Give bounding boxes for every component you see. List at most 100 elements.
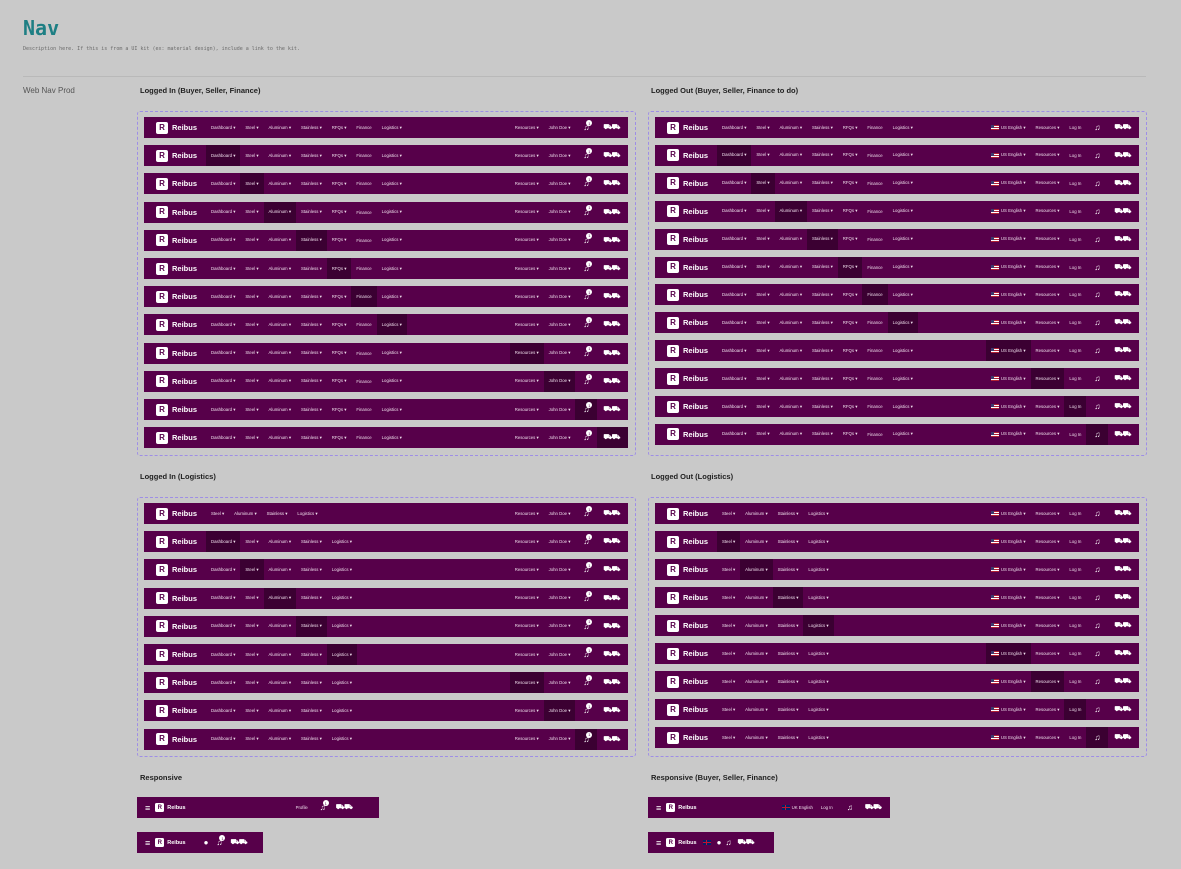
bell-icon[interactable]: ♫	[1094, 430, 1100, 439]
notifications-button[interactable]: ♫ 1	[575, 117, 597, 138]
brand[interactable]: R Reibus	[144, 644, 206, 665]
nav-item-aluminum[interactable]: Aluminum ▾	[264, 700, 296, 721]
nav-item-user[interactable]: John Doe ▾	[544, 427, 576, 448]
nav-item-resources[interactable]: Resources ▾	[1031, 424, 1065, 445]
brand[interactable]: R Reibus	[655, 229, 717, 250]
truck-icon[interactable]: ⛟⛟	[1114, 593, 1131, 602]
hamburger-icon[interactable]: ≡	[145, 838, 150, 848]
truck-icon[interactable]: ⛟⛟	[603, 594, 620, 603]
notifications-button[interactable]: ♫ 1	[575, 230, 597, 251]
nav-item-aluminum[interactable]: Aluminum ▾	[740, 671, 772, 692]
nav-item-language[interactable]: US English ▾	[985, 340, 1031, 362]
nav-item-dashboard[interactable]: Dashboard ▾	[717, 173, 751, 194]
hamburger-icon[interactable]: ≡	[145, 803, 150, 813]
truck-icon[interactable]: ⛟⛟	[737, 838, 754, 847]
nav-item-stainless[interactable]: Stainless ▾	[807, 368, 838, 389]
nav-item-finance[interactable]: Finance	[862, 229, 887, 250]
nav-item-aluminum[interactable]: Aluminum ▾	[264, 286, 296, 307]
nav-item-steel[interactable]: Steel ▾	[717, 643, 740, 664]
nav-item-dashboard[interactable]: Dashboard ▾	[717, 340, 751, 361]
nav-item-stainless[interactable]: Stainless ▾	[807, 284, 838, 305]
notifications-button[interactable]: ♫	[1086, 145, 1108, 166]
bell-icon[interactable]: ♫	[1094, 207, 1100, 216]
nav-item-stainless[interactable]: Stainless ▾	[807, 145, 838, 166]
profile-link[interactable]: Profile	[296, 805, 308, 810]
nav-item-logistics[interactable]: Logistics ▾	[377, 286, 407, 307]
nav-item-logistics[interactable]: Logistics ▾	[803, 559, 833, 580]
notifications-button[interactable]: ♫	[1086, 615, 1108, 636]
nav-item-user[interactable]: John Doe ▾	[544, 531, 576, 552]
nav-item-dashboard[interactable]: Dashboard ▾	[206, 117, 240, 138]
nav-item-dashboard[interactable]: Dashboard ▾	[717, 368, 751, 389]
nav-item-stainless[interactable]: Stainless ▾	[773, 559, 804, 580]
nav-item-aluminum[interactable]: Aluminum ▾	[264, 145, 296, 166]
nav-item-aluminum[interactable]: Aluminum ▾	[264, 427, 296, 448]
nav-item-logistics[interactable]: Logistics ▾	[327, 588, 357, 609]
nav-item-user[interactable]: John Doe ▾	[544, 230, 576, 251]
notifications-button[interactable]: ♫ 1	[575, 728, 598, 750]
nav-item-language[interactable]: US English ▾	[986, 531, 1031, 552]
truck-icon[interactable]: ⛟⛟	[1114, 509, 1131, 518]
nav-item-login[interactable]: Log In	[1064, 145, 1086, 166]
bell-icon[interactable]: ♫	[1094, 318, 1100, 327]
nav-item-aluminum[interactable]: Aluminum ▾	[775, 368, 807, 389]
nav-item-stainless[interactable]: Stainless ▾	[807, 340, 838, 361]
brand[interactable]: R Reibus	[144, 729, 206, 750]
nav-item-steel[interactable]: Steel ▾	[240, 173, 264, 195]
nav-item-steel[interactable]: Steel ▾	[240, 117, 263, 138]
truck-button[interactable]: ⛟⛟	[1108, 671, 1139, 692]
brand[interactable]: R Reibus	[655, 727, 717, 748]
nav-item-finance[interactable]: Finance	[862, 284, 888, 306]
notifications-button[interactable]: ♫ 1	[575, 145, 597, 166]
nav-item-aluminum[interactable]: Aluminum ▾	[775, 117, 807, 138]
nav-item-logistics[interactable]: Logistics ▾	[803, 643, 833, 664]
nav-item-logistics[interactable]: Logistics ▾	[292, 503, 322, 524]
notifications-button[interactable]: ♫ 1	[575, 343, 597, 364]
nav-item-dashboard[interactable]: Dashboard ▾	[206, 173, 240, 194]
nav-item-resources[interactable]: Resources ▾	[1031, 229, 1065, 250]
nav-item-resources[interactable]: Resources ▾	[1031, 257, 1065, 278]
bell-icon[interactable]: ♫	[1094, 565, 1100, 574]
truck-icon[interactable]: ⛟⛟	[1114, 207, 1131, 216]
brand[interactable]: R Reibus	[144, 371, 206, 392]
nav-item-logistics[interactable]: Logistics ▾	[327, 616, 357, 637]
truck-icon[interactable]: ⛟⛟	[1114, 123, 1131, 132]
bell-icon[interactable]: ♫ 1	[583, 148, 593, 160]
nav-item-dashboard[interactable]: Dashboard ▾	[206, 559, 240, 580]
bell-icon[interactable]: ♫	[725, 838, 731, 847]
bell-icon[interactable]: ♫	[1094, 123, 1100, 132]
nav-item-aluminum[interactable]: Aluminum ▾	[775, 229, 807, 250]
brand[interactable]: R Reibus	[144, 145, 206, 166]
nav-item-logistics[interactable]: Logistics ▾	[377, 117, 407, 138]
nav-item-user[interactable]: John Doe ▾	[544, 314, 576, 335]
nav-item-resources[interactable]: Resources ▾	[510, 531, 544, 552]
nav-item-language[interactable]: US English ▾	[986, 396, 1031, 417]
notifications-button[interactable]: ♫	[1086, 173, 1108, 194]
nav-item-language[interactable]: US English ▾	[986, 312, 1031, 333]
nav-item-aluminum[interactable]: Aluminum ▾	[740, 643, 772, 664]
nav-item-steel[interactable]: Steel ▾	[206, 503, 229, 524]
bell-icon[interactable]: ♫ 1	[320, 800, 329, 812]
truck-icon[interactable]: ⛟⛟	[603, 292, 620, 301]
nav-item-logistics[interactable]: Logistics ▾	[377, 173, 407, 194]
nav-item-stainless[interactable]: Stainless ▾	[807, 312, 838, 333]
nav-item-dashboard[interactable]: Dashboard ▾	[717, 201, 751, 222]
nav-item-resources[interactable]: Resources ▾	[510, 700, 544, 721]
nav-item-login[interactable]: Log In	[1064, 615, 1086, 636]
truck-button[interactable]: ⛟⛟	[1108, 396, 1139, 417]
nav-item-stainless[interactable]: Stainless ▾	[296, 700, 327, 721]
truck-icon[interactable]: ⛟⛟	[1114, 402, 1131, 411]
truck-button[interactable]: ⛟⛟	[1108, 531, 1139, 552]
nav-item-logistics[interactable]: Logistics ▾	[888, 117, 918, 138]
truck-icon[interactable]: ⛟⛟	[603, 264, 620, 273]
nav-item-aluminum[interactable]: Aluminum ▾	[264, 343, 296, 364]
nav-item-rfqs[interactable]: RFQs ▾	[838, 340, 863, 361]
brand[interactable]: R Reibus	[655, 173, 717, 194]
nav-item-rfqs[interactable]: RFQs ▾	[327, 117, 352, 138]
notifications-button[interactable]: ♫ 1	[575, 503, 597, 524]
nav-item-dashboard[interactable]: Dashboard ▾	[717, 396, 751, 417]
truck-button[interactable]: ⛟⛟	[1108, 727, 1139, 748]
nav-item-resources[interactable]: Resources ▾	[1030, 368, 1065, 390]
nav-item-dashboard[interactable]: Dashboard ▾	[717, 144, 752, 166]
truck-icon[interactable]: ⛟⛟	[1114, 430, 1131, 439]
